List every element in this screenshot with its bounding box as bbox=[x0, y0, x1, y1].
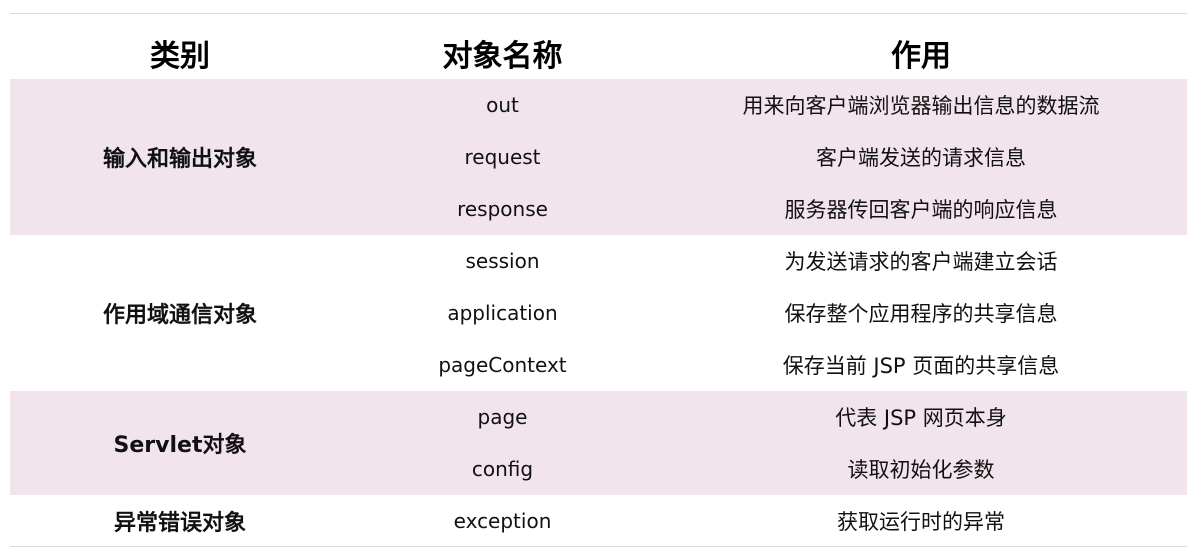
purpose-cell: 保存当前 JSP 页面的共享信息 bbox=[782, 354, 1060, 378]
purpose-cell: 读取初始化参数 bbox=[655, 443, 1187, 495]
header-row: 类别 对象名称 作用 bbox=[10, 26, 1187, 79]
table-row: 异常错误对象 exception 获取运行时的异常 bbox=[10, 495, 1187, 547]
object-name-cell: response bbox=[350, 183, 655, 235]
purpose-cell: 保存整个应用程序的共享信息 bbox=[784, 302, 1058, 326]
purpose-cell: 代表 JSP 网页本身 bbox=[655, 391, 1187, 443]
object-name-cell: page bbox=[350, 391, 655, 443]
object-name-cell: out bbox=[350, 79, 655, 131]
category-cell: 异常错误对象 bbox=[113, 511, 246, 536]
purpose-cell: 用来向客户端浏览器输出信息的数据流 bbox=[655, 79, 1187, 131]
bottom-rule bbox=[10, 546, 1187, 547]
object-name-cell: config bbox=[350, 443, 655, 495]
purpose-cell: 服务器传回客户端的响应信息 bbox=[655, 183, 1187, 235]
top-rule bbox=[10, 13, 1187, 14]
header-category: 类别 bbox=[150, 38, 210, 74]
header-purpose: 作用 bbox=[891, 38, 951, 74]
purpose-cell: 为发送请求的客户端建立会话 bbox=[784, 250, 1058, 274]
category-cell: 输入和输出对象 bbox=[10, 79, 350, 235]
object-name-cell: application bbox=[447, 301, 558, 325]
table-row: Servlet对象 page 代表 JSP 网页本身 bbox=[10, 391, 1187, 495]
jsp-objects-table: 类别 对象名称 作用 输入和输出对象 out 用来向客户端浏览器输出信息的数据流… bbox=[10, 26, 1187, 547]
header-object-name: 对象名称 bbox=[442, 38, 563, 74]
object-name-cell: request bbox=[350, 131, 655, 183]
object-name-cell: session bbox=[465, 249, 540, 273]
table-row: 作用域通信对象 session 为发送请求的客户端建立会话 bbox=[10, 235, 1187, 328]
table-row: 输入和输出对象 out 用来向客户端浏览器输出信息的数据流 bbox=[10, 79, 1187, 235]
purpose-cell: 获取运行时的异常 bbox=[837, 510, 1005, 534]
purpose-cell: 客户端发送的请求信息 bbox=[655, 131, 1187, 183]
object-name-cell: pageContext bbox=[438, 353, 567, 377]
object-name-cell: exception bbox=[453, 509, 552, 533]
category-cell: Servlet对象 bbox=[10, 391, 350, 495]
category-cell: 作用域通信对象 bbox=[102, 303, 257, 328]
